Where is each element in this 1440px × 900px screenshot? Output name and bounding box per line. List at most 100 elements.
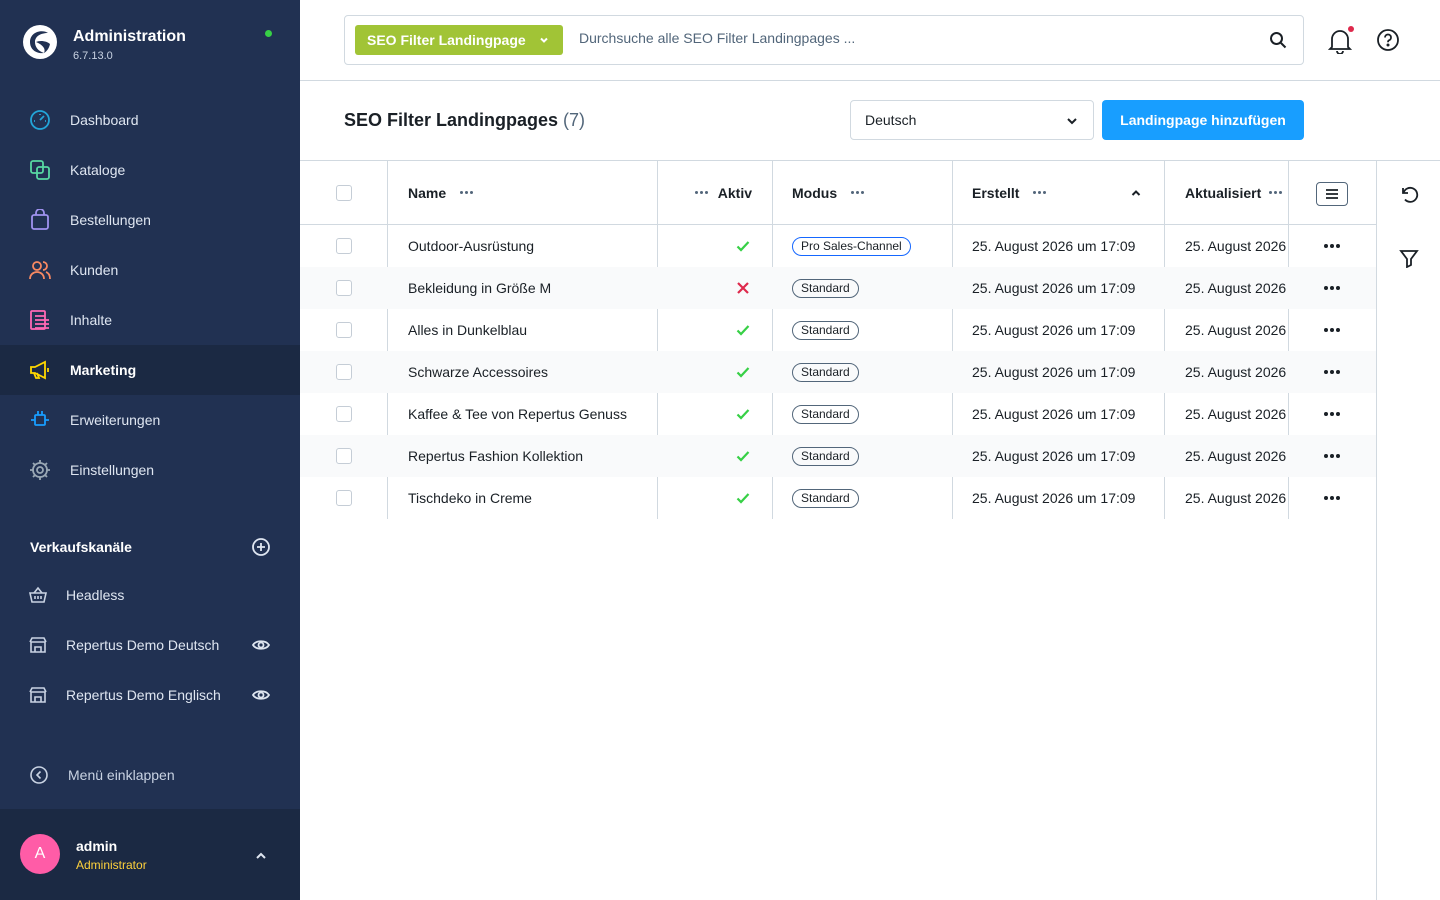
nav-item-marketing[interactable]: Marketing	[0, 345, 300, 395]
column-options-icon[interactable]	[694, 191, 708, 194]
row-actions-icon[interactable]	[1324, 412, 1340, 416]
row-actions-icon[interactable]	[1324, 328, 1340, 332]
column-label: Name	[408, 184, 447, 201]
row-checkbox[interactable]	[336, 364, 352, 380]
row-actions-cell	[1324, 477, 1340, 519]
sales-channel-headless[interactable]: Headless	[0, 570, 300, 620]
add-sales-channel-icon[interactable]	[252, 538, 270, 556]
cell-name[interactable]: Bekleidung in Größe M	[408, 267, 653, 309]
cell-name[interactable]: Kaffee & Tee von Repertus Genuss	[408, 393, 653, 435]
column-options-icon[interactable]	[1269, 191, 1283, 194]
table-row[interactable]: Alles in Dunkelblau Standard 25. August 20…	[300, 309, 1376, 351]
column-header-updated[interactable]: Aktualisiert	[1185, 161, 1288, 224]
page-header: SEO Filter Landingpages (7) Deutsch Land…	[300, 81, 1440, 161]
check-icon	[736, 367, 750, 378]
search-type-selector[interactable]: SEO Filter Landingpage	[355, 25, 563, 55]
nav-item-erweiterungen[interactable]: Erweiterungen	[0, 395, 300, 445]
cell-updated: 25. August 2026	[1185, 406, 1287, 422]
search-icon[interactable]	[1269, 31, 1287, 49]
select-all-checkbox[interactable]	[336, 184, 352, 201]
row-checkbox[interactable]	[336, 490, 352, 506]
collapse-menu-button[interactable]: Menü einklappen	[30, 766, 175, 784]
extensions-icon	[28, 408, 52, 432]
nav-item-bestellungen[interactable]: Bestellungen	[0, 195, 300, 245]
user-panel[interactable]: A admin Administrator	[0, 809, 300, 900]
column-options-icon[interactable]	[1033, 191, 1047, 194]
mode-badge: Standard	[792, 362, 859, 382]
row-select-cell	[336, 309, 352, 351]
column-settings-button[interactable]	[1316, 182, 1348, 206]
table-row[interactable]: Schwarze Accessoires Standard 25. August 2…	[300, 351, 1376, 393]
check-icon	[736, 409, 750, 420]
row-actions-icon[interactable]	[1324, 496, 1340, 500]
table-row[interactable]: Tischdeko in Creme Standard 25. August 202…	[300, 477, 1376, 519]
cell-active	[678, 225, 750, 267]
eye-icon[interactable]	[252, 686, 270, 704]
cell-active	[678, 351, 750, 393]
row-select-cell	[336, 477, 352, 519]
add-landingpage-button[interactable]: Landingpage hinzufügen	[1102, 100, 1304, 140]
eye-icon[interactable]	[252, 636, 270, 654]
column-label: Aktiv	[717, 184, 752, 201]
user-role: Administrator	[76, 858, 147, 872]
column-options-icon[interactable]	[851, 191, 865, 194]
filter-icon[interactable]	[1399, 248, 1419, 268]
chevron-down-icon	[1067, 118, 1077, 125]
sort-ascending-icon[interactable]	[1130, 188, 1142, 198]
search-input[interactable]	[579, 30, 1239, 46]
table-row[interactable]: Kaffee & Tee von Repertus Genuss Standard…	[300, 393, 1376, 435]
nav-item-dashboard[interactable]: Dashboard	[0, 95, 300, 145]
nav-item-kunden[interactable]: Kunden	[0, 245, 300, 295]
chevron-up-icon[interactable]	[254, 849, 268, 863]
cell-mode: Standard	[792, 309, 859, 351]
cell-mode: Standard	[792, 351, 859, 393]
column-header-mode[interactable]: Modus	[792, 161, 865, 224]
column-header-created[interactable]: Erstellt	[972, 161, 1142, 224]
row-actions-cell	[1324, 351, 1340, 393]
column-header-name[interactable]: Name	[408, 161, 474, 224]
nav-label: Erweiterungen	[70, 412, 161, 428]
row-actions-icon[interactable]	[1324, 370, 1340, 374]
nav-item-einstellungen[interactable]: Einstellungen	[0, 445, 300, 495]
mode-badge: Standard	[792, 446, 859, 466]
refresh-icon[interactable]	[1399, 184, 1419, 204]
mode-badge: Standard	[792, 278, 859, 298]
nav-item-kataloge[interactable]: Kataloge	[0, 145, 300, 195]
row-checkbox[interactable]	[336, 448, 352, 464]
collapse-label: Menü einklappen	[68, 767, 175, 783]
row-checkbox[interactable]	[336, 406, 352, 422]
sales-channel-label: Repertus Demo Deutsch	[66, 637, 220, 653]
row-actions-icon[interactable]	[1324, 454, 1340, 458]
bell-icon[interactable]	[1328, 28, 1352, 54]
column-options-icon[interactable]	[460, 191, 474, 194]
language-select[interactable]: Deutsch	[850, 100, 1094, 140]
nav-label: Einstellungen	[70, 462, 155, 478]
row-checkbox[interactable]	[336, 322, 352, 338]
table-row[interactable]: Repertus Fashion Kollektion Standard 25. A…	[300, 435, 1376, 477]
row-actions-icon[interactable]	[1324, 244, 1340, 248]
nav-label: Inhalte	[70, 312, 113, 328]
row-actions-icon[interactable]	[1324, 286, 1340, 290]
cell-created: 25. August 2026 um 17:09	[972, 406, 1136, 422]
cell-name[interactable]: Repertus Fashion Kollektion	[408, 435, 653, 477]
cell-created: 25. August 2026 um 17:09	[972, 448, 1136, 464]
cell-name[interactable]: Tischdeko in Creme	[408, 477, 653, 519]
brand[interactable]: Administration 6.7.13.0	[22, 24, 186, 62]
column-header-active[interactable]: Aktiv	[678, 161, 752, 224]
cell-active	[678, 267, 750, 309]
cell-name[interactable]: Schwarze Accessoires	[408, 351, 653, 393]
basket-icon	[28, 585, 48, 605]
nav-item-inhalte[interactable]: Inhalte	[0, 295, 300, 345]
sales-channel-label: Repertus Demo Englisch	[66, 687, 221, 703]
help-icon[interactable]	[1376, 28, 1400, 52]
row-select-cell	[336, 225, 352, 267]
storefront-icon	[28, 635, 48, 655]
table-row[interactable]: Outdoor-Ausrüstung Pro Sales-Channel 25. A…	[300, 225, 1376, 267]
sales-channel-demo-englisch[interactable]: Repertus Demo Englisch	[0, 670, 300, 720]
cell-name[interactable]: Alles in Dunkelblau	[408, 309, 653, 351]
table-row[interactable]: Bekleidung in Größe M Standard 25. August …	[300, 267, 1376, 309]
row-checkbox[interactable]	[336, 280, 352, 296]
sales-channel-demo-deutsch[interactable]: Repertus Demo Deutsch	[0, 620, 300, 670]
row-checkbox[interactable]	[336, 238, 352, 254]
cell-name[interactable]: Outdoor-Ausrüstung	[408, 225, 653, 267]
